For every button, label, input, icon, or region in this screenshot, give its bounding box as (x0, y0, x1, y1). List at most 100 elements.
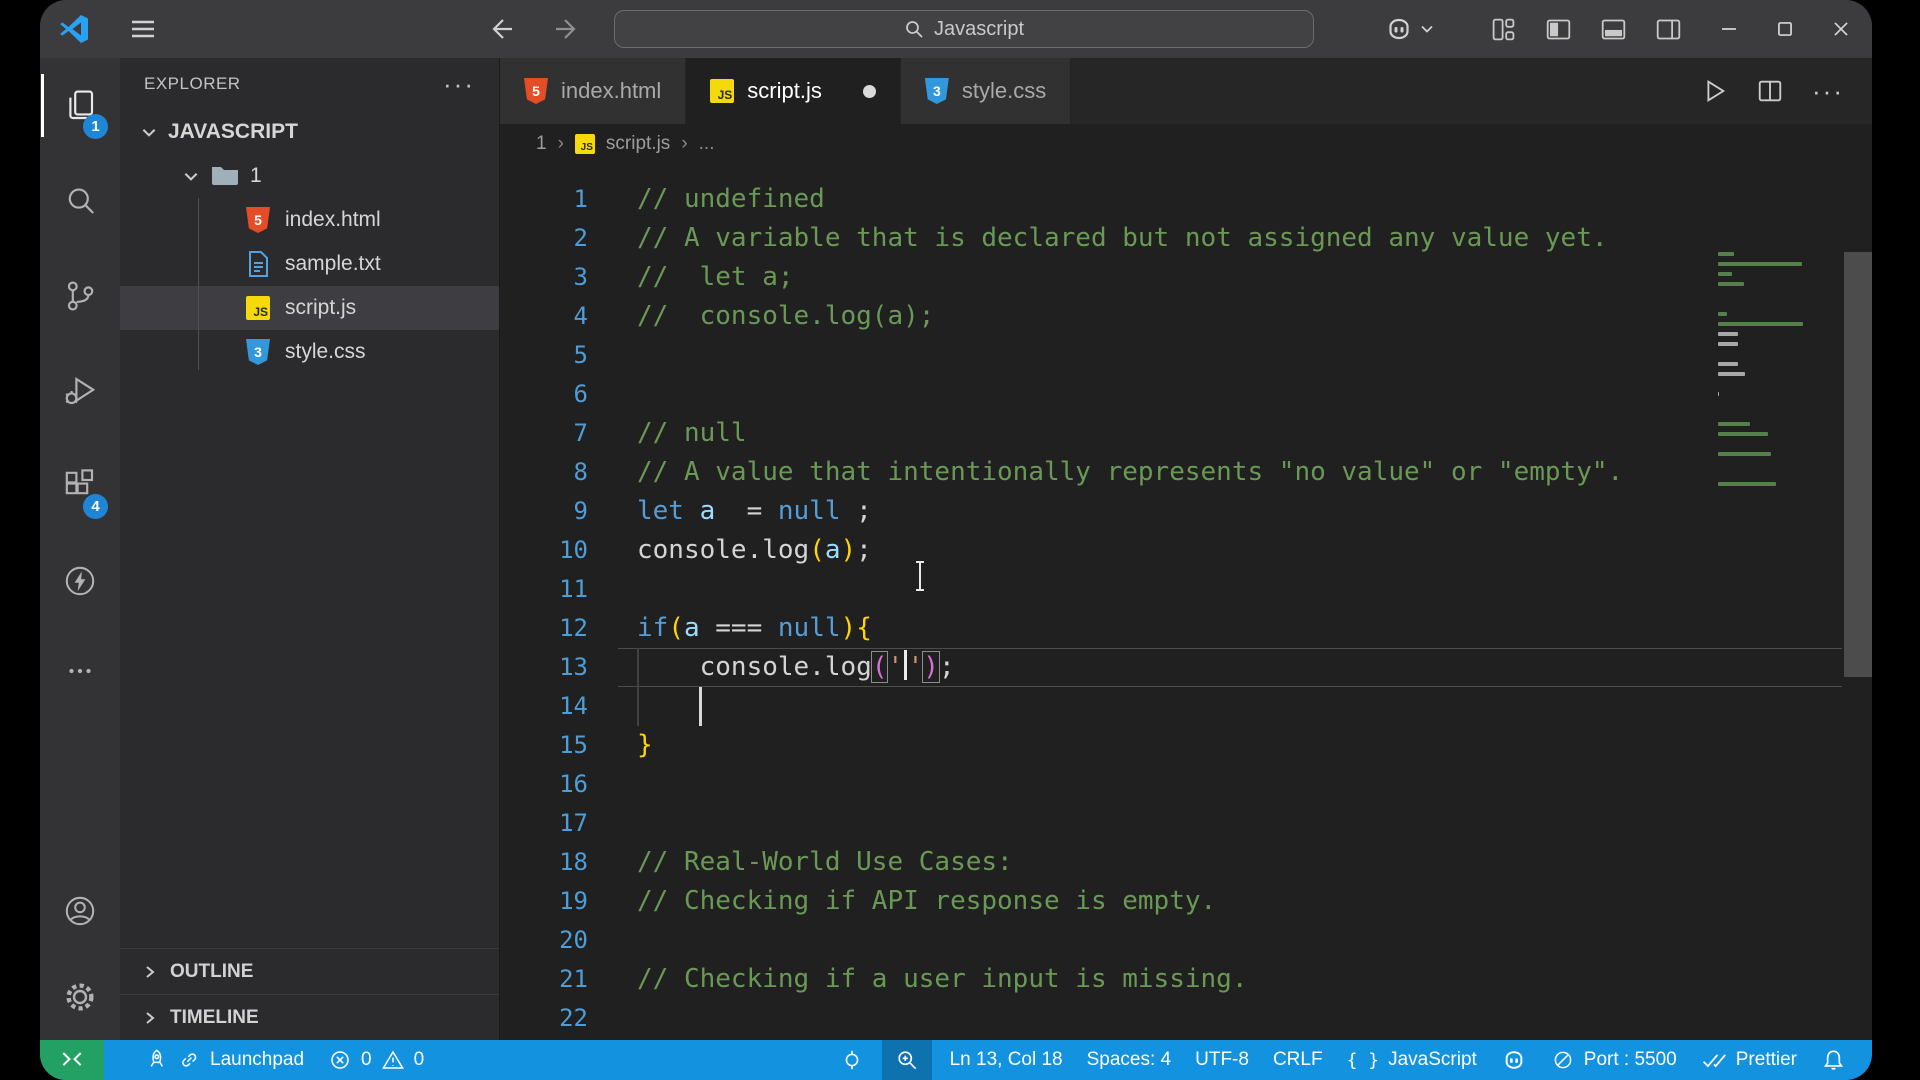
zoom-indicator-button[interactable] (882, 1040, 932, 1080)
code-line-1[interactable]: 1// undefined (500, 180, 1872, 219)
code-editor[interactable]: 1// undefined2// A variable that is decl… (500, 164, 1872, 1040)
encoding-button[interactable]: UTF-8 (1183, 1040, 1261, 1080)
problems-button[interactable]: 0 0 (316, 1040, 436, 1080)
run-code-icon[interactable] (1700, 77, 1728, 105)
tab-index.html[interactable]: 5index.html (500, 58, 686, 124)
split-editor-icon[interactable] (1756, 77, 1784, 105)
activity-extensions-button[interactable]: 4 (40, 438, 120, 533)
file-item-script.js[interactable]: JSscript.js (120, 286, 499, 330)
scrollbar-thumb[interactable] (1844, 252, 1872, 677)
line-number: 13 (500, 648, 588, 687)
menu-icon[interactable] (128, 14, 158, 44)
activity-debug-button[interactable] (40, 343, 120, 438)
title-bar: Javascript (40, 0, 1872, 58)
timeline-label: TIMELINE (170, 1007, 259, 1029)
js-icon: JS (710, 79, 734, 103)
file-item-style.css[interactable]: 3style.css (120, 330, 499, 374)
breadcrumb-folder[interactable]: 1 (536, 133, 547, 155)
workspace-root-javascript[interactable]: JAVASCRIPT (120, 110, 499, 154)
tab-style.css[interactable]: 3style.css (901, 58, 1071, 124)
copilot-status-button[interactable] (1489, 1040, 1539, 1080)
copilot-menu-button[interactable] (1384, 14, 1434, 44)
minimap-line (1718, 412, 1810, 416)
toggle-panel-icon[interactable] (1600, 16, 1627, 43)
maximize-icon[interactable] (1772, 16, 1798, 42)
code-line-4[interactable]: 4// console.log(a); (500, 297, 1872, 336)
language-mode-button[interactable]: { } JavaScript (1335, 1040, 1489, 1080)
code-line-15[interactable]: 15} (500, 726, 1872, 765)
toggle-primary-sidebar-icon[interactable] (1545, 16, 1572, 43)
activity-bar: 1 (40, 58, 120, 1040)
activity-thunder-client-button[interactable] (40, 533, 120, 628)
prettier-label: Prettier (1736, 1049, 1797, 1071)
code-line-2[interactable]: 2// A variable that is declared but not … (500, 219, 1872, 258)
screencast-indicator[interactable] (828, 1040, 876, 1080)
line-content: // let a; (637, 258, 794, 297)
code-line-18[interactable]: 18// Real-World Use Cases: (500, 843, 1872, 882)
code-line-9[interactable]: 9let a = null ; (500, 492, 1872, 531)
warning-icon (381, 1048, 405, 1072)
explorer-badge: 1 (83, 114, 108, 139)
port-label: Port : 5500 (1584, 1049, 1677, 1071)
activity-source-control-button[interactable] (40, 248, 120, 343)
code-line-8[interactable]: 8// A value that intentionally represent… (500, 453, 1872, 492)
file-label: sample.txt (285, 252, 381, 276)
activity-more-button[interactable] (40, 628, 120, 714)
file-item-sample.txt[interactable]: sample.txt (120, 242, 499, 286)
zoom-in-icon (894, 1047, 920, 1073)
chevron-right-icon (142, 964, 158, 980)
more-actions-icon[interactable]: ··· (443, 69, 475, 100)
minimap-line (1718, 352, 1810, 356)
file-item-index.html[interactable]: 5index.html (120, 198, 499, 242)
activity-explorer-button[interactable]: 1 (40, 58, 120, 153)
code-line-11[interactable]: 11 (500, 570, 1872, 609)
code-line-21[interactable]: 21// Checking if a user input is missing… (500, 960, 1872, 999)
braces-icon: { } (1347, 1050, 1380, 1071)
code-line-6[interactable]: 6 (500, 375, 1872, 414)
timeline-section-header[interactable]: TIMELINE (120, 994, 499, 1040)
cursor-position-button[interactable]: Ln 13, Col 18 (938, 1040, 1075, 1080)
minimap[interactable] (1718, 252, 1810, 492)
code-line-19[interactable]: 19// Checking if API response is empty. (500, 882, 1872, 921)
prettier-button[interactable]: Prettier (1689, 1040, 1809, 1080)
outline-section-header[interactable]: OUTLINE (120, 948, 499, 994)
code-line-5[interactable]: 5 (500, 336, 1872, 375)
code-line-3[interactable]: 3// let a; (500, 258, 1872, 297)
modified-dot-icon[interactable] (863, 85, 876, 98)
close-icon[interactable] (1828, 16, 1854, 42)
line-number: 21 (500, 960, 588, 999)
editor-more-actions-icon[interactable]: ··· (1812, 76, 1844, 107)
file-label: script.js (285, 296, 356, 320)
launchpad-button[interactable]: Launchpad (132, 1040, 316, 1080)
toggle-secondary-sidebar-icon[interactable] (1655, 16, 1682, 43)
activity-search-button[interactable] (40, 153, 120, 248)
line-number: 10 (500, 531, 588, 570)
code-line-22[interactable]: 22 (500, 999, 1872, 1038)
customize-layout-icon[interactable] (1490, 16, 1517, 43)
code-line-17[interactable]: 17 (500, 804, 1872, 843)
activity-settings-button[interactable] (40, 954, 120, 1040)
tab-script.js[interactable]: JSscript.js (686, 58, 901, 124)
remote-indicator-button[interactable] (40, 1040, 104, 1080)
notifications-button[interactable] (1809, 1040, 1872, 1080)
code-line-12[interactable]: 12if(a === null){ (500, 609, 1872, 648)
activity-account-button[interactable] (40, 868, 120, 954)
minimap-line (1718, 482, 1776, 486)
code-line-10[interactable]: 10console.log(a); (500, 531, 1872, 570)
folder-item-1[interactable]: 1 (120, 154, 499, 198)
html-icon: 5 (524, 78, 548, 104)
code-line-20[interactable]: 20 (500, 921, 1872, 960)
code-line-16[interactable]: 16 (500, 765, 1872, 804)
minimize-icon[interactable] (1716, 16, 1742, 42)
forward-arrow-icon[interactable] (550, 14, 580, 44)
eol-button[interactable]: CRLF (1261, 1040, 1335, 1080)
code-line-14[interactable]: 14 (500, 687, 1872, 726)
code-line-7[interactable]: 7// null (500, 414, 1872, 453)
command-center-search[interactable]: Javascript (614, 10, 1314, 48)
live-server-port-button[interactable]: Port : 5500 (1539, 1040, 1689, 1080)
breadcrumb-file[interactable]: script.js (606, 133, 670, 155)
back-arrow-icon[interactable] (488, 14, 518, 44)
breadcrumb-more[interactable]: ... (699, 133, 715, 155)
indentation-button[interactable]: Spaces: 4 (1075, 1040, 1184, 1080)
code-line-13[interactable]: 13 console.log(''); (500, 648, 1872, 687)
